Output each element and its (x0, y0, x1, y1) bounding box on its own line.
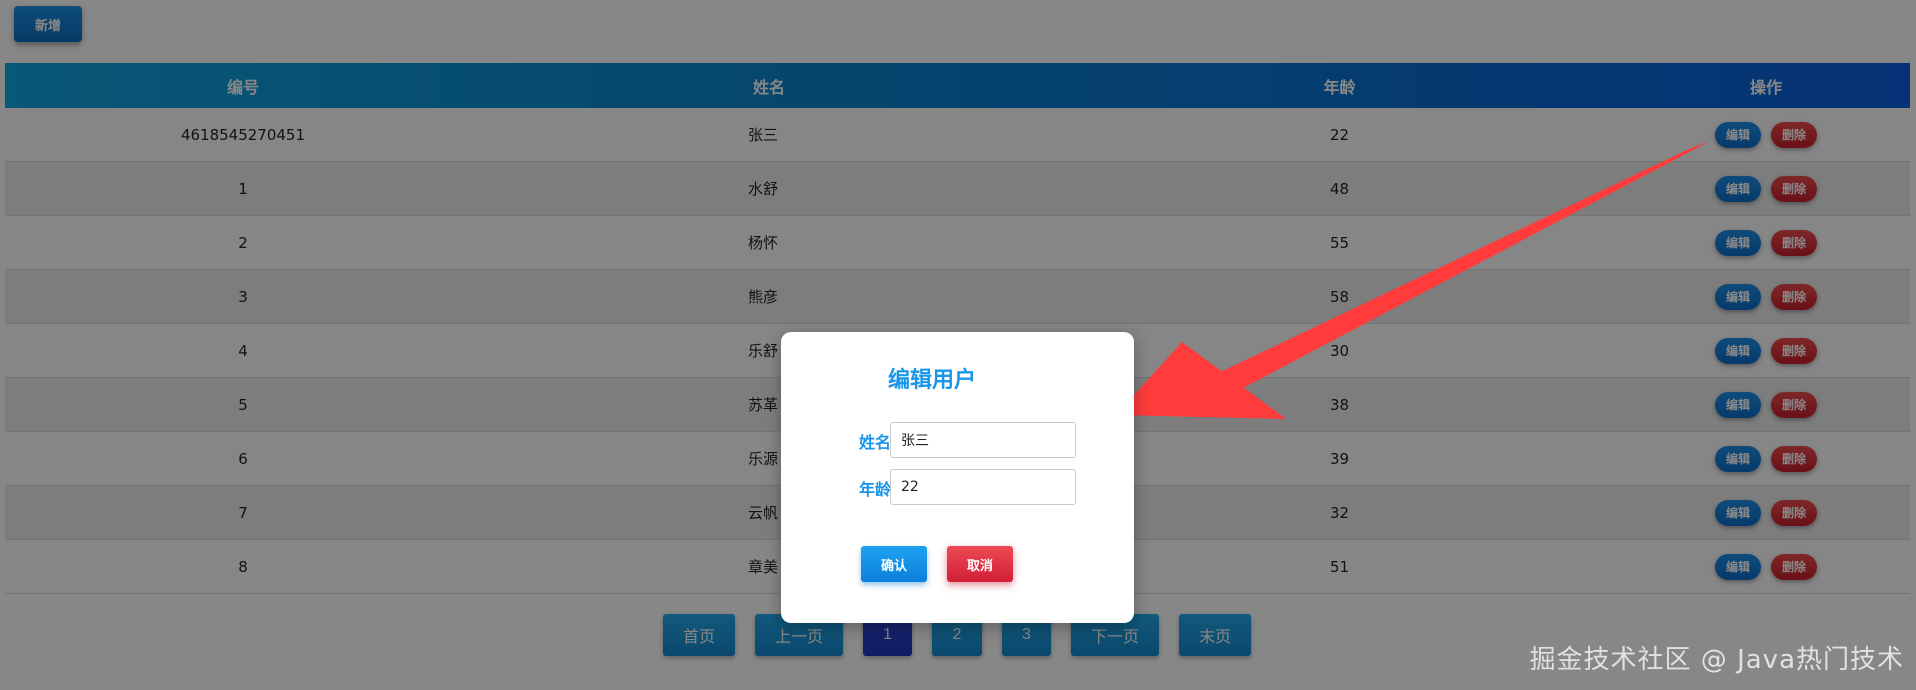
name-input[interactable] (890, 422, 1076, 458)
watermark-text: 掘金技术社区 @ Java热门技术 (1529, 645, 1904, 675)
user-management-page: 新增 编号 姓名 年龄 操作 4618545270451 张三 22 编辑 删除… (0, 0, 1916, 690)
name-label: 姓名 (858, 433, 891, 452)
dialog-title: 编辑用户 (888, 368, 977, 393)
edit-user-dialog: 编辑用户 姓名 年龄 确认 取消 (781, 332, 1134, 623)
age-label: 年龄 (858, 480, 891, 499)
age-input[interactable] (890, 469, 1076, 505)
confirm-button[interactable]: 确认 (861, 546, 927, 582)
cancel-button[interactable]: 取消 (947, 546, 1013, 582)
annotation-arrow-icon (1116, 141, 1710, 419)
